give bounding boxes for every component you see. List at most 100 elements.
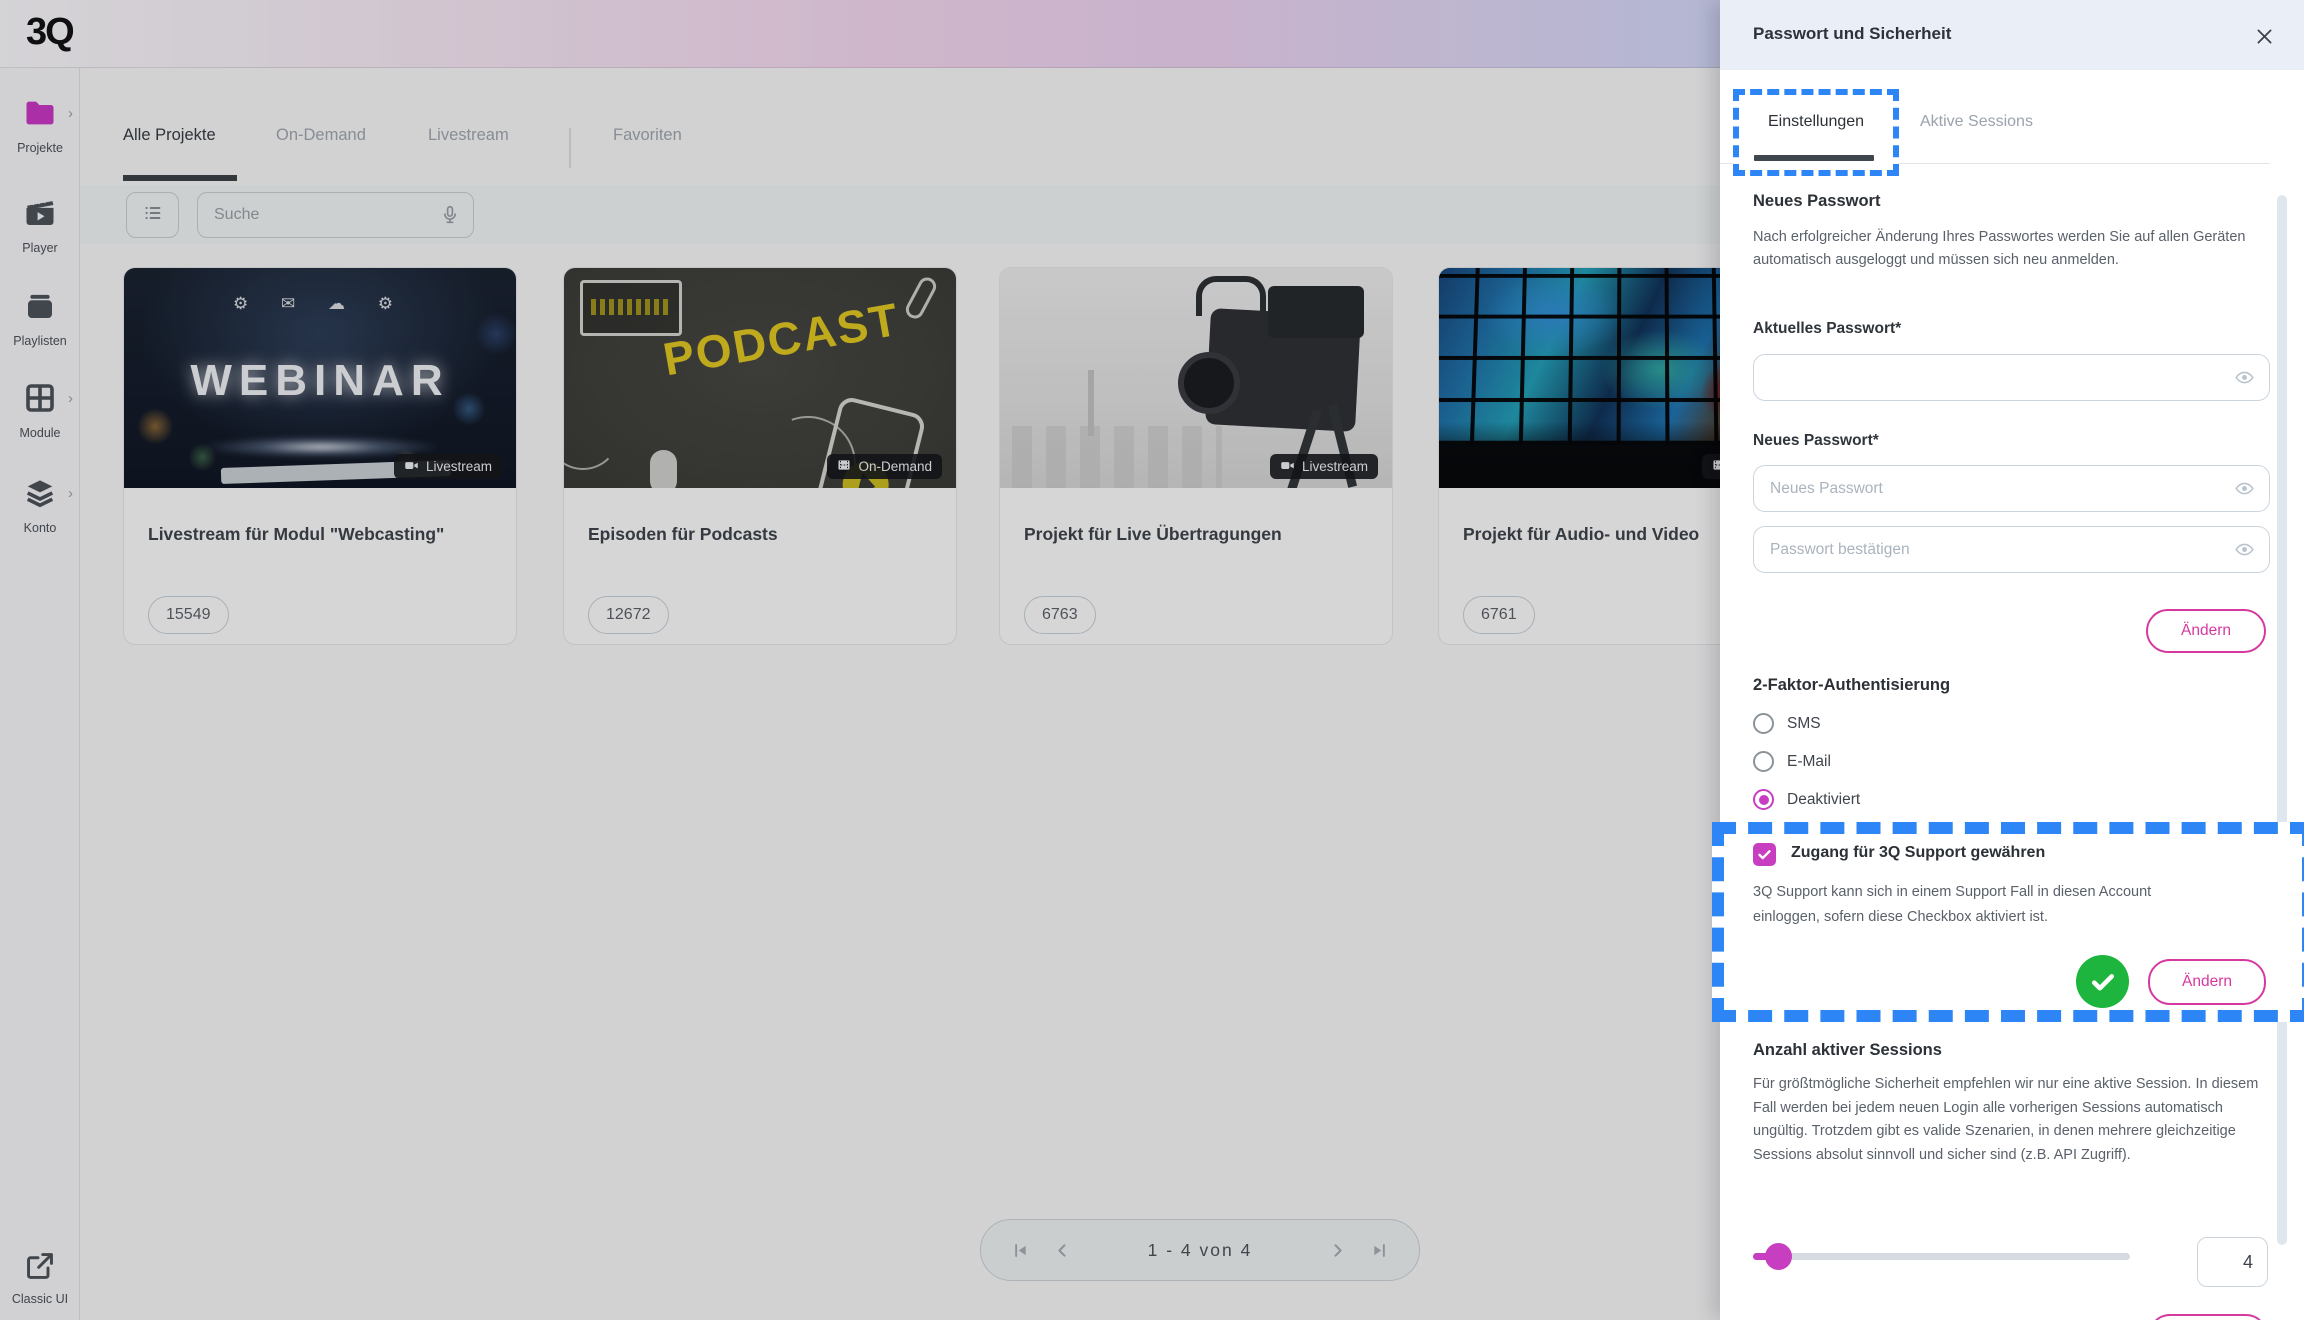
list-icon	[142, 202, 164, 229]
film-icon	[837, 458, 851, 475]
microphone-icon[interactable]	[439, 204, 461, 231]
eye-icon[interactable]	[2234, 539, 2255, 565]
sessions-slider-handle[interactable]	[1765, 1243, 1792, 1270]
panel-tab-einstellungen[interactable]: Einstellungen	[1768, 113, 1864, 131]
tab-favoriten[interactable]: Favoriten	[613, 126, 682, 145]
active-tab-underline	[123, 175, 237, 181]
success-check-icon	[2076, 955, 2129, 1008]
playlist-icon	[22, 294, 58, 328]
card-id-pill: 12672	[588, 596, 669, 634]
grid-icon	[22, 384, 58, 420]
panel-tab-aktive-sessions[interactable]: Aktive Sessions	[1920, 113, 2033, 131]
brand-logo[interactable]: 3Q	[26, 11, 75, 54]
pagination-prev-button[interactable]	[1045, 1233, 1079, 1267]
card-image-podcast: PODCAST On-Demand	[564, 268, 956, 488]
radio-icon[interactable]	[1753, 751, 1774, 772]
webinar-doodle-icons: ⚙ ✉ ☁ ⚙	[233, 294, 407, 313]
card-image-camera: Livestream	[1000, 268, 1392, 488]
sidebar-item-label: Player	[22, 241, 58, 255]
card-id-pill: 15549	[148, 596, 229, 634]
annotation-box-einstellungen	[1733, 89, 1899, 176]
sessions-value-input[interactable]: 4	[2197, 1237, 2268, 1287]
sessions-description: Für größtmögliche Sicherheit empfehlen w…	[1753, 1076, 2259, 1163]
tab-alle-projekte[interactable]: Alle Projekte	[123, 126, 216, 145]
sidebar: › Projekte Player Playlisten › Module › …	[0, 68, 80, 1320]
chevron-right-icon: ›	[68, 105, 73, 122]
type-badge: Livestream	[1269, 454, 1378, 479]
card-id-pill: 6763	[1024, 596, 1096, 634]
confirm-password-input[interactable]	[1754, 527, 2269, 572]
radio-selected-icon[interactable]	[1753, 789, 1774, 810]
radio-option-email[interactable]: E-Mail	[1753, 751, 1831, 772]
confirm-password-field	[1753, 526, 2270, 573]
chevron-right-icon: ›	[68, 485, 73, 502]
sidebar-item-module[interactable]: › Module	[0, 380, 80, 440]
close-icon[interactable]	[2250, 22, 2278, 50]
sidebar-item-label: Playlisten	[13, 334, 67, 348]
card-title: Projekt für Live Übertragungen	[1024, 524, 1282, 544]
sidebar-item-classic-ui[interactable]: Classic UI	[0, 1250, 80, 1306]
type-badge: On-Demand	[827, 454, 942, 479]
project-card[interactable]: Livestream Projekt für Live Übertragunge…	[999, 267, 1393, 645]
pagination-bar: 1 - 4 von 4	[980, 1219, 1420, 1281]
project-card[interactable]: ⚙ ✉ ☁ ⚙ WEBINAR Livestream Livestream fü…	[123, 267, 517, 645]
radio-icon[interactable]	[1753, 713, 1774, 734]
radio-option-deaktiviert[interactable]: Deaktiviert	[1753, 789, 1860, 810]
project-tabs: Alle Projekte On-Demand Livestream Favor…	[80, 68, 1720, 185]
panel-header: Passwort und Sicherheit	[1720, 0, 2304, 70]
pagination-last-button[interactable]	[1363, 1233, 1397, 1267]
pagination-next-button[interactable]	[1321, 1233, 1355, 1267]
chevron-right-icon: ›	[68, 390, 73, 407]
tab-on-demand[interactable]: On-Demand	[276, 126, 366, 145]
external-link-icon	[24, 1253, 56, 1286]
search-input[interactable]	[198, 193, 473, 237]
sidebar-item-playlisten[interactable]: Playlisten	[0, 288, 80, 348]
current-password-field	[1753, 354, 2270, 401]
new-password-label: Neues Passwort*	[1753, 432, 1879, 449]
camera-icon	[404, 458, 419, 476]
eye-icon[interactable]	[2234, 478, 2255, 504]
webinar-image-text: WEBINAR	[190, 356, 450, 405]
annotation-box-support-access: Zugang für 3Q Support gewähren 3Q Suppor…	[1712, 822, 2304, 1022]
search-field	[197, 192, 474, 238]
radio-option-sms[interactable]: SMS	[1753, 713, 1821, 734]
password-change-button[interactable]: Ändern	[2146, 609, 2266, 653]
support-access-label: Zugang für 3Q Support gewähren	[1791, 844, 2046, 861]
new-password-description: Nach erfolgreicher Änderung Ihres Passwo…	[1753, 229, 2246, 268]
folder-icon	[22, 101, 58, 135]
sidebar-item-player[interactable]: Player	[0, 195, 80, 255]
sidebar-item-label: Konto	[23, 521, 57, 535]
sessions-change-button[interactable]: Ändern	[2148, 1314, 2268, 1320]
eye-icon[interactable]	[2234, 367, 2255, 393]
sessions-slider-track[interactable]	[1753, 1253, 2130, 1260]
sessions-heading: Anzahl aktiver Sessions	[1753, 1041, 1942, 1059]
panel-title: Passwort und Sicherheit	[1753, 24, 1952, 43]
card-image-webinar: ⚙ ✉ ☁ ⚙ WEBINAR Livestream	[124, 268, 516, 488]
panel-scrollbar-thumb[interactable]	[2277, 195, 2287, 1245]
list-view-button[interactable]	[126, 192, 179, 238]
camera-icon	[1280, 458, 1295, 476]
tab-divider	[569, 128, 571, 168]
project-card[interactable]: PODCAST On-Demand Episoden für Podcasts …	[563, 267, 957, 645]
current-password-input[interactable]	[1754, 355, 2269, 400]
support-access-change-button[interactable]: Ändern	[2148, 959, 2266, 1005]
sidebar-item-projekte[interactable]: › Projekte	[0, 95, 80, 155]
sidebar-item-label: Projekte	[17, 141, 63, 155]
search-toolbar	[80, 185, 1720, 244]
player-icon	[22, 199, 58, 235]
sidebar-item-konto[interactable]: › Konto	[0, 475, 80, 535]
type-badge: Livestream	[393, 454, 502, 479]
pagination-label: 1 - 4 von 4	[1147, 1239, 1253, 1260]
new-password-field	[1753, 465, 2270, 512]
two-factor-heading: 2-Faktor-Authentisierung	[1753, 676, 1951, 694]
sidebar-item-label: Module	[19, 426, 61, 440]
card-title: Episoden für Podcasts	[588, 524, 778, 544]
tab-livestream[interactable]: Livestream	[428, 126, 509, 145]
active-panel-tab-underline	[1754, 155, 1874, 161]
sidebar-item-label: Classic UI	[11, 1292, 69, 1306]
support-access-description: 3Q Support kann sich in einem Support Fa…	[1753, 884, 2152, 925]
new-password-input[interactable]	[1754, 466, 2269, 511]
support-access-checkbox[interactable]	[1753, 843, 1776, 866]
podcast-image-text: PODCAST	[659, 292, 904, 386]
pagination-first-button[interactable]	[1003, 1233, 1037, 1267]
